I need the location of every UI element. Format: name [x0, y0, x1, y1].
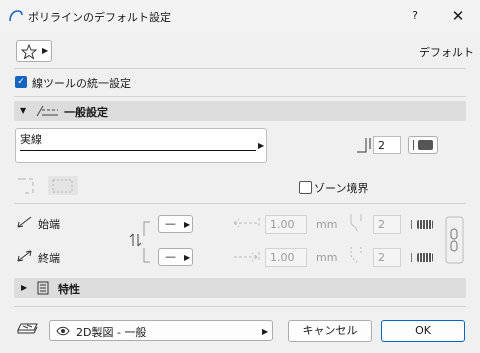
line-type-preview — [20, 150, 256, 151]
separator — [14, 96, 466, 97]
chevron-right-icon: ▶ — [262, 327, 269, 336]
end-pen-color-button[interactable] — [411, 251, 435, 263]
end-label: 終端 — [38, 252, 60, 265]
pen-color-swatch — [417, 220, 433, 229]
favorites-button[interactable]: ▶ — [16, 40, 52, 62]
corner-style-icon — [18, 178, 34, 194]
line-type-name: 実線 — [20, 133, 42, 146]
close-button[interactable]: ✕ — [446, 5, 470, 27]
chevron-right-icon: ▶ — [184, 253, 191, 262]
properties-section-header[interactable]: ▶ 特性 — [14, 278, 466, 298]
end-marker-selector[interactable]: — ▶ — [158, 248, 193, 266]
layer-selector[interactable]: 2D製図 - 一般 ▶ — [49, 320, 273, 341]
start-label: 始端 — [38, 218, 60, 231]
window-title: ポリラインのデフォルト設定 — [28, 11, 171, 24]
swap-icon[interactable] — [128, 220, 158, 264]
pen-icon — [357, 138, 371, 153]
layer-name: 2D製図 - 一般 — [76, 326, 147, 339]
star-icon — [21, 44, 37, 59]
ok-button[interactable]: OK — [381, 320, 465, 342]
separator — [14, 68, 466, 69]
chevron-right-icon: ▶ — [184, 220, 191, 229]
polyline-icon — [9, 10, 23, 22]
zone-boundary-label: ゾーン境界 — [314, 182, 369, 195]
end-arrow-icon — [17, 250, 32, 262]
properties-section-title: 特性 — [58, 283, 80, 296]
link-icon[interactable] — [445, 216, 465, 264]
line-type-selector[interactable]: 実線 ▶ — [15, 128, 267, 163]
start-size-field[interactable]: 1.00 — [265, 215, 307, 234]
start-marker-selector[interactable]: — ▶ — [158, 215, 193, 233]
marker-size-icon — [234, 252, 260, 262]
pen-color-button[interactable] — [408, 136, 438, 154]
help-button[interactable]: ? — [405, 6, 425, 26]
document-icon — [37, 281, 49, 295]
zone-boundary-checkbox[interactable] — [299, 181, 312, 194]
start-unit: mm — [316, 218, 338, 231]
pen-number-field[interactable]: 2 — [373, 136, 401, 154]
general-section-header[interactable]: ▼ 一般設定 — [14, 101, 466, 121]
pen-color-swatch — [417, 253, 433, 262]
chevron-right-icon: ▶ — [42, 46, 49, 55]
start-pen-color-button[interactable] — [411, 218, 435, 230]
chevron-right-icon: ▶ — [258, 141, 265, 150]
cancel-button[interactable]: キャンセル — [288, 320, 372, 342]
separator — [14, 203, 466, 204]
general-section-title: 一般設定 — [64, 106, 108, 119]
start-arrow-icon — [17, 216, 32, 228]
marker-size-icon — [233, 218, 260, 228]
end-unit: mm — [316, 251, 338, 264]
favorites-label: デフォルト — [419, 46, 474, 59]
pen-icon — [350, 247, 362, 265]
end-size-field[interactable]: 1.00 — [265, 248, 307, 267]
pen-icon — [350, 214, 362, 232]
chevron-right-icon: ▶ — [21, 283, 28, 292]
title-bar: ポリラインのデフォルト設定 ? ✕ — [0, 0, 480, 32]
corner-style-button[interactable] — [48, 176, 78, 195]
unified-setting-checkbox[interactable]: ✓ — [15, 76, 27, 88]
layer-icon — [17, 323, 38, 334]
eye-icon — [56, 326, 70, 336]
start-pen-field[interactable]: 2 — [373, 215, 401, 234]
separator — [14, 306, 466, 307]
end-pen-field[interactable]: 2 — [373, 248, 401, 267]
line-settings-icon — [36, 105, 58, 117]
pen-color-swatch — [418, 140, 433, 150]
unified-setting-label: 線ツールの統一設定 — [32, 77, 131, 90]
chevron-down-icon: ▼ — [20, 106, 27, 115]
